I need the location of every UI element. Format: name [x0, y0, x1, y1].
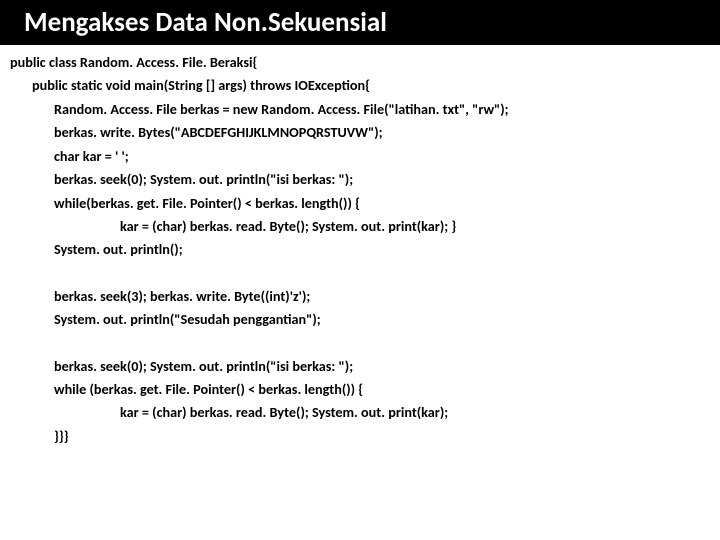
code-line: char kar = ' ';: [10, 145, 710, 168]
slide-title: Mengakses Data Non.Sekuensial: [0, 0, 720, 45]
blank-line: [10, 262, 710, 285]
code-line: while(berkas. get. File. Pointer() < ber…: [10, 192, 710, 215]
code-line: while (berkas. get. File. Pointer() < be…: [10, 378, 710, 401]
blank-line: [10, 332, 710, 355]
code-line: berkas. write. Bytes("ABCDEFGHIJKLMNOPQR…: [10, 121, 710, 144]
code-line: System. out. println("Sesudah penggantia…: [10, 308, 710, 331]
code-line: }}}: [10, 425, 710, 448]
code-line: public static void main(String [] args) …: [10, 74, 710, 97]
code-line: kar = (char) berkas. read. Byte(); Syste…: [10, 215, 710, 238]
code-line: Random. Access. File berkas = new Random…: [10, 98, 710, 121]
code-line: berkas. seek(0); System. out. println("i…: [10, 168, 710, 191]
code-line: kar = (char) berkas. read. Byte(); Syste…: [10, 401, 710, 424]
code-line: System. out. println();: [10, 238, 710, 261]
code-line: berkas. seek(3); berkas. write. Byte((in…: [10, 285, 710, 308]
code-block: public class Random. Access. File. Berak…: [0, 45, 720, 448]
code-line: public class Random. Access. File. Berak…: [10, 51, 710, 74]
code-line: berkas. seek(0); System. out. println("i…: [10, 355, 710, 378]
